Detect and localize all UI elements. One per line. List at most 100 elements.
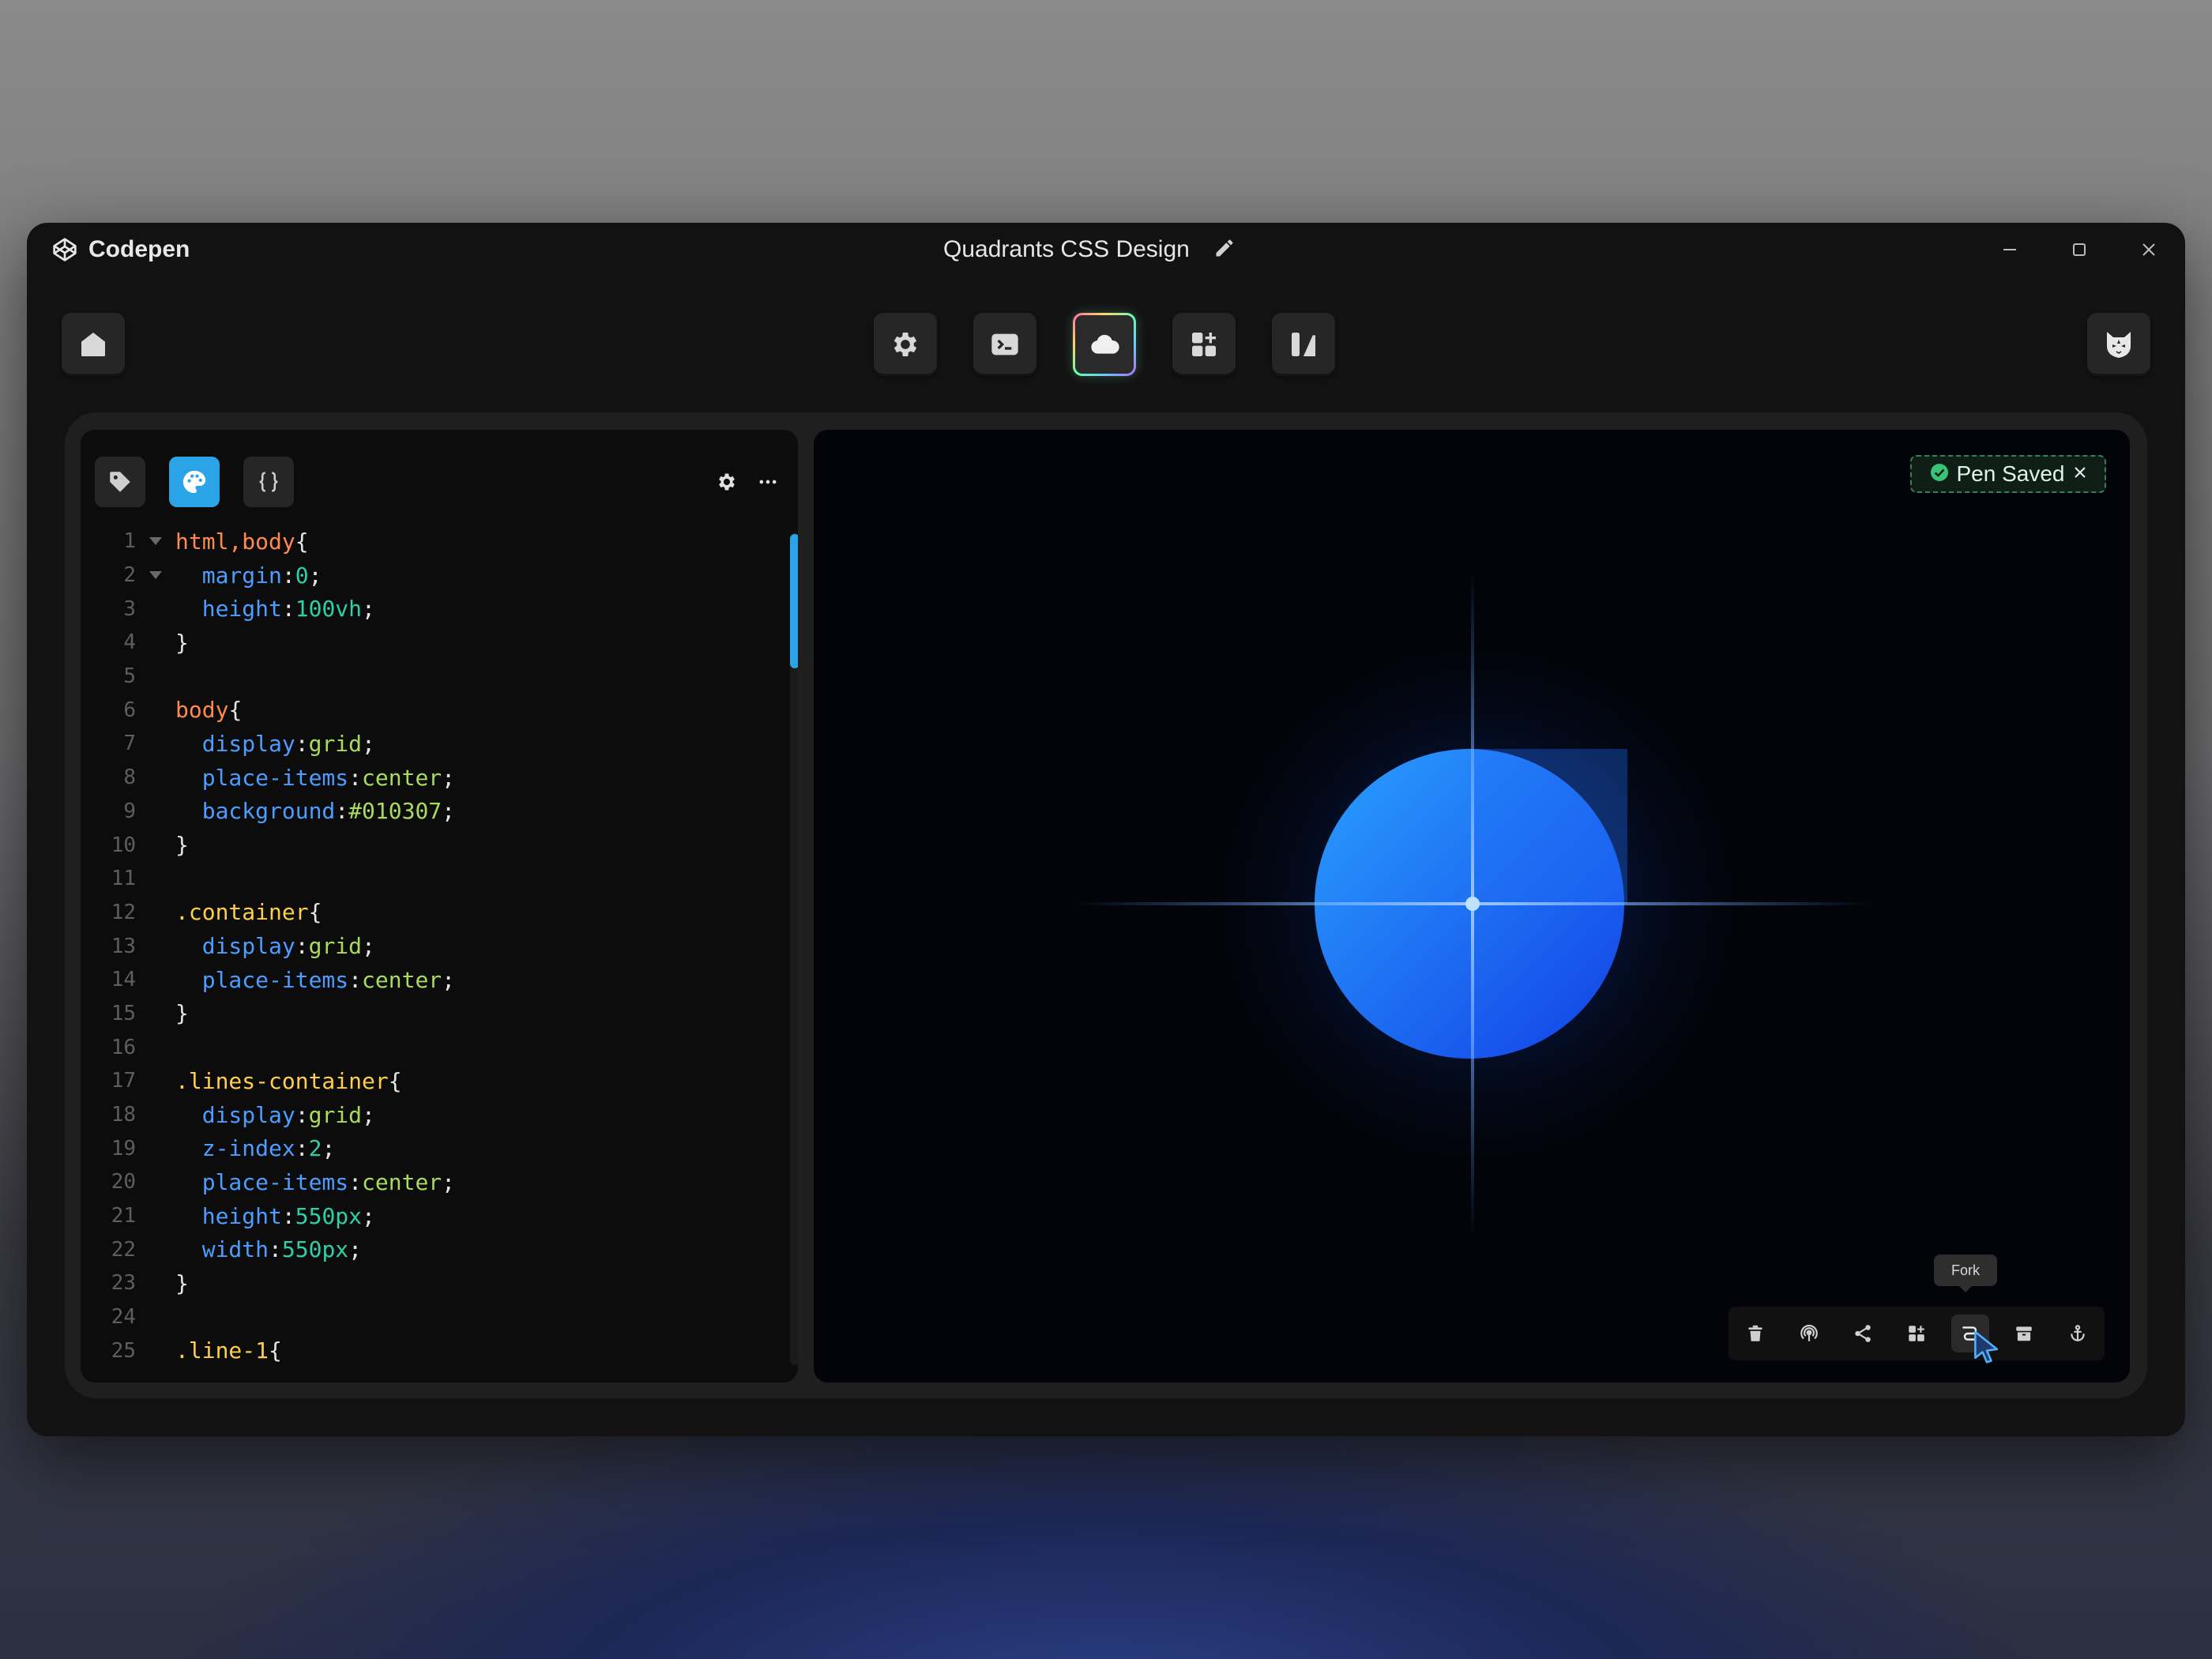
fold-toggle[interactable]	[136, 536, 175, 547]
code-token: .line-1	[175, 1337, 269, 1364]
line-number: 11	[111, 867, 136, 891]
code-line[interactable]: 10}	[81, 828, 760, 862]
code-text: display:grid;	[175, 1102, 375, 1128]
code-text: height:550px;	[175, 1203, 375, 1229]
close-window-button[interactable]	[2133, 234, 2165, 265]
code-token: display	[201, 1101, 295, 1128]
code-editor[interactable]: 1 html,body{2 margin:0; 3 height:100vh; 4} 5…	[81, 430, 798, 1382]
toast-close-button[interactable]	[2073, 465, 2087, 483]
code-line[interactable]: 18 display:grid;	[81, 1098, 760, 1132]
line-number: 14	[111, 968, 136, 992]
code-line[interactable]: 25 .line-1{	[81, 1334, 760, 1368]
code-text: }	[175, 1000, 189, 1026]
share-button[interactable]	[1844, 1315, 1882, 1352]
editor-more-button[interactable]	[752, 466, 784, 498]
app-name: Codepen	[88, 236, 190, 262]
code-line[interactable]: 3 height:100vh;	[81, 592, 760, 626]
code-line[interactable]: 9 background:#010307;	[81, 795, 760, 829]
code-token: :	[295, 1135, 309, 1162]
code-text: html,body{	[175, 529, 309, 555]
tab-js[interactable]	[243, 457, 294, 507]
app-brand[interactable]: Codepen	[52, 234, 190, 265]
settings-button[interactable]	[874, 313, 937, 376]
code-token: :	[281, 1202, 295, 1229]
line-number: 12	[111, 900, 136, 924]
line-number: 4	[123, 630, 136, 655]
code-line[interactable]: 17 .lines-container{	[81, 1064, 760, 1098]
code-line[interactable]: 5	[81, 660, 760, 694]
code-line[interactable]: 23}	[81, 1266, 760, 1300]
code-lines[interactable]: 1 html,body{2 margin:0; 3 height:100vh; 4} 5…	[81, 525, 760, 1367]
editor-scrollbar-thumb[interactable]	[790, 534, 798, 668]
code-text: .container{	[175, 899, 322, 925]
code-line[interactable]: 12 .container{	[81, 896, 760, 930]
tab-css[interactable]	[169, 457, 220, 507]
code-text: display:grid;	[175, 933, 375, 959]
code-token: ;	[442, 966, 456, 993]
code-line[interactable]: 24	[81, 1300, 760, 1334]
code-line[interactable]: 13 display:grid;	[81, 929, 760, 963]
pin-button[interactable]	[2059, 1315, 2097, 1352]
code-text: place-items:center;	[175, 1169, 455, 1195]
minimize-button[interactable]	[1994, 234, 2026, 265]
code-token: ;	[442, 764, 456, 791]
code-line[interactable]: 2 margin:0;	[81, 559, 760, 592]
code-token: center	[362, 764, 442, 791]
edit-title-button[interactable]	[1213, 237, 1236, 263]
mouse-cursor-icon	[1974, 1330, 1999, 1364]
code-token: 2	[308, 1135, 322, 1162]
code-line[interactable]: 8 place-items:center;	[81, 761, 760, 795]
preview-canvas	[1074, 572, 1872, 1236]
sphere-top-right-shade	[1473, 749, 1627, 904]
code-token: :	[295, 933, 309, 960]
code-token: 100vh	[295, 596, 363, 623]
code-line[interactable]: 20 place-items:center;	[81, 1165, 760, 1199]
layout-button[interactable]	[1272, 313, 1335, 376]
line-number: 1	[123, 529, 136, 554]
delete-button[interactable]	[1736, 1315, 1774, 1352]
code-token: width	[201, 1236, 269, 1263]
code-text: .line-1{	[175, 1337, 282, 1364]
line-number: 13	[111, 934, 136, 958]
code-line[interactable]: 1 html,body{	[81, 525, 760, 559]
code-line[interactable]: 22 width:550px;	[81, 1232, 760, 1266]
code-token: height	[201, 596, 282, 623]
code-token: grid	[308, 730, 363, 757]
code-token: z-index	[201, 1135, 295, 1162]
code-token: ;	[442, 1168, 456, 1195]
broadcast-button[interactable]	[1790, 1315, 1828, 1352]
fork-tooltip: Fork	[1934, 1255, 1997, 1292]
tab-html[interactable]	[95, 457, 145, 507]
code-token: margin	[201, 562, 282, 589]
add-to-collection-button[interactable]	[1898, 1315, 1936, 1352]
code-line[interactable]: 11	[81, 862, 760, 896]
home-button[interactable]	[62, 313, 125, 376]
assets-button[interactable]	[1172, 313, 1236, 376]
code-text: height:100vh;	[175, 596, 375, 622]
code-token: .lines-container	[175, 1067, 389, 1094]
maximize-button[interactable]	[2063, 234, 2095, 265]
user-avatar-button[interactable]	[2087, 313, 2150, 376]
fold-toggle[interactable]	[136, 570, 175, 581]
line-number: 15	[111, 1001, 136, 1025]
code-line[interactable]: 14 place-items:center;	[81, 963, 760, 997]
cloud-save-button[interactable]	[1073, 313, 1136, 376]
editor-settings-button[interactable]	[711, 466, 743, 498]
line-number: 10	[111, 833, 136, 857]
code-line[interactable]: 16	[81, 1030, 760, 1064]
gear-icon	[893, 333, 917, 356]
code-line[interactable]: 6 body{	[81, 693, 760, 727]
code-line[interactable]: 19 z-index:2;	[81, 1131, 760, 1165]
code-line[interactable]: 4}	[81, 626, 760, 660]
code-token: background	[201, 798, 336, 825]
code-text: background:#010307;	[175, 798, 455, 824]
code-line[interactable]: 7 display:grid;	[81, 727, 760, 761]
app-window: Codepen Quadrants CSS Design 1 html,body…	[27, 223, 2185, 1436]
archive-button[interactable]	[2005, 1315, 2043, 1352]
code-line[interactable]: 21 height:550px;	[81, 1199, 760, 1233]
console-button[interactable]	[973, 313, 1036, 376]
code-line[interactable]: 15}	[81, 997, 760, 1031]
